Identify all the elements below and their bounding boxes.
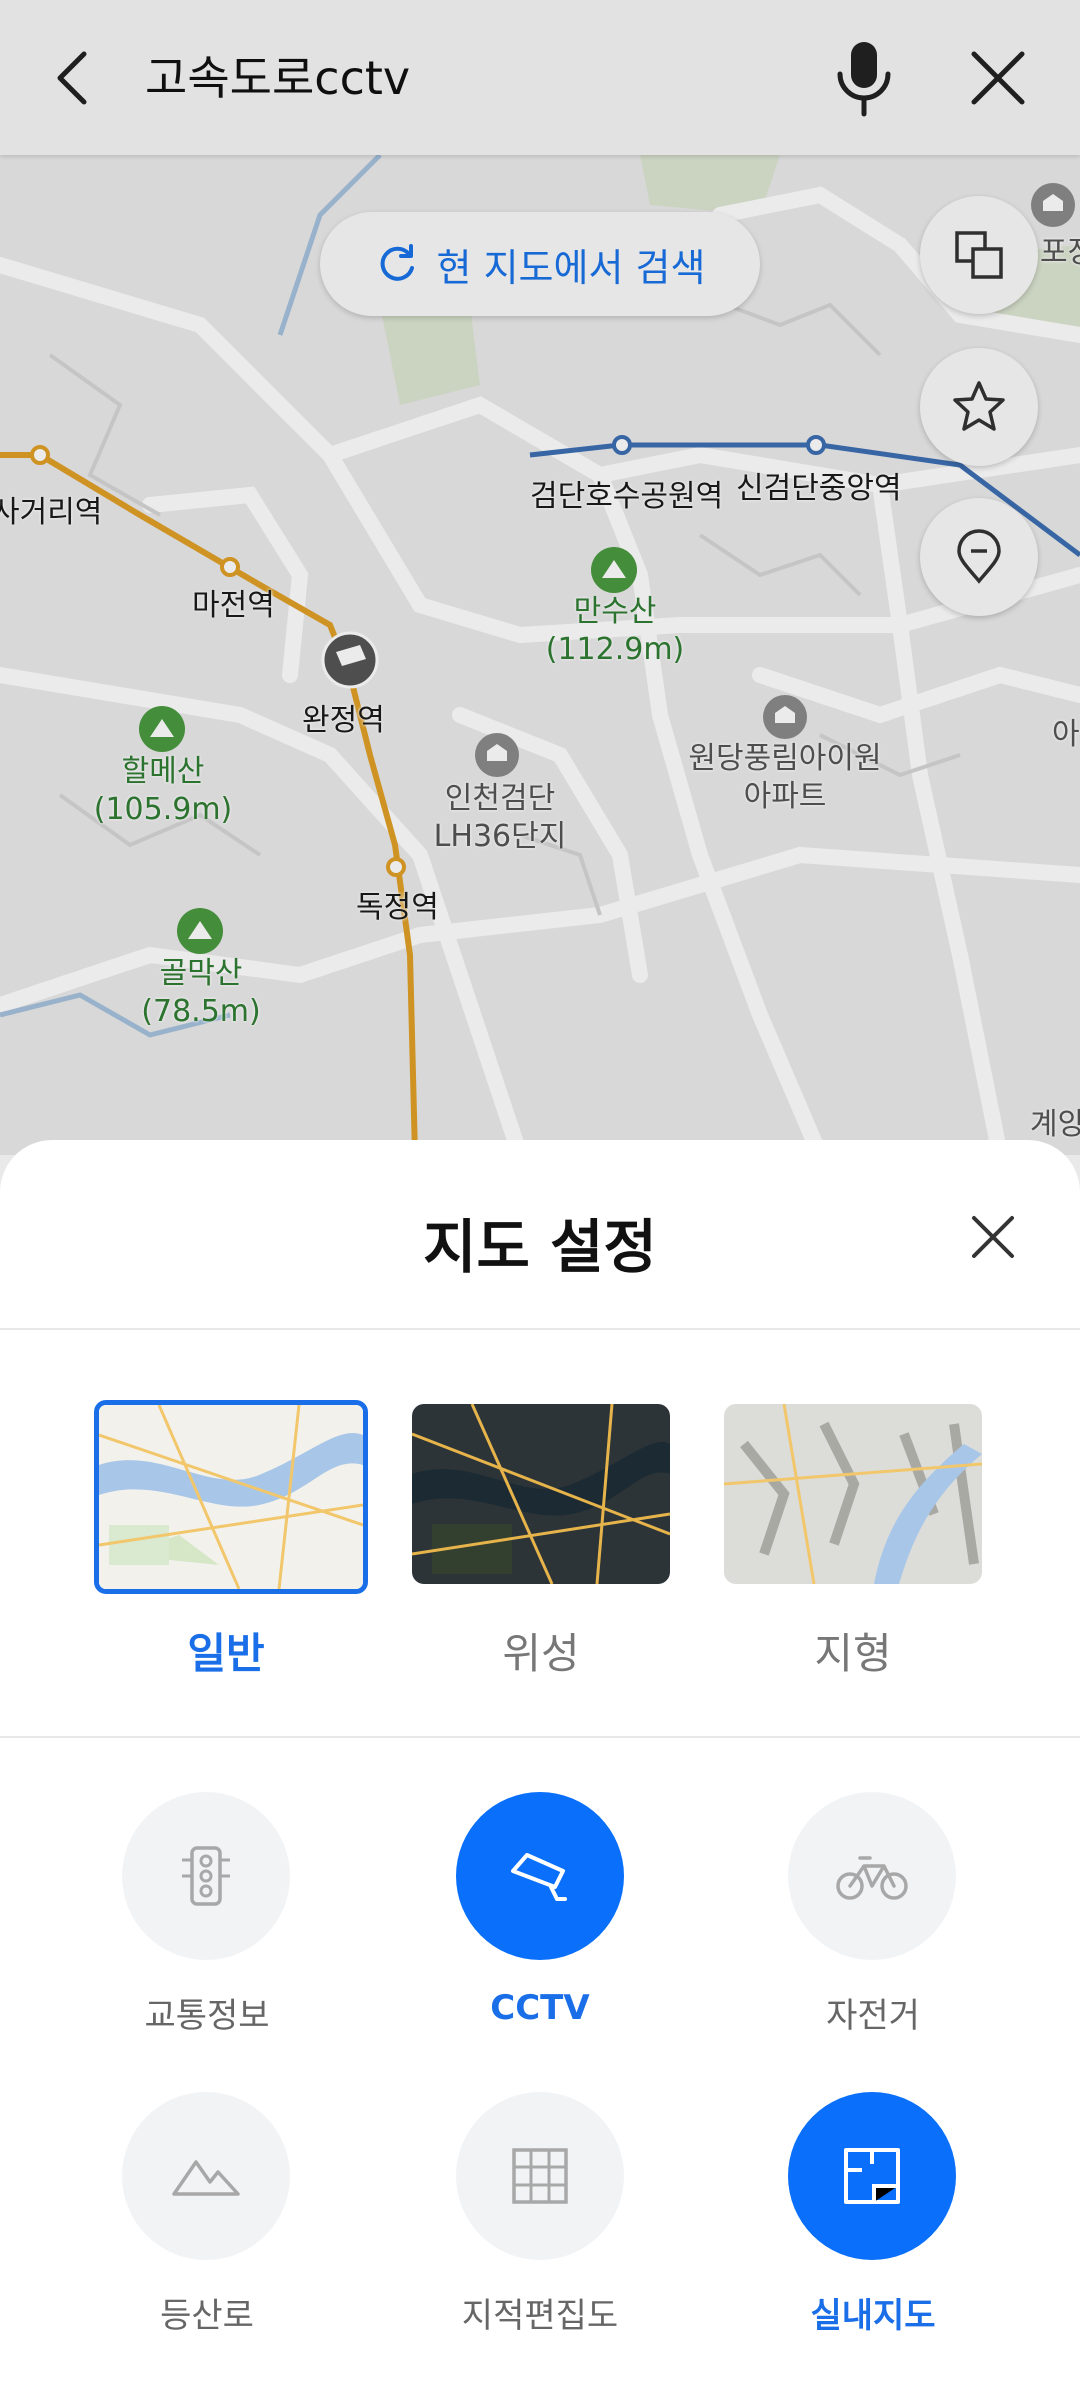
grid-icon	[512, 2148, 568, 2204]
layer-bicycle-label: 자전거	[826, 1996, 920, 2036]
map-type-general[interactable]	[94, 1400, 368, 1594]
layer-bicycle-toggle[interactable]	[788, 1792, 956, 1960]
layer-cadastral-toggle[interactable]	[456, 2092, 624, 2260]
layer-cadastral-label: 지적편집도	[461, 2296, 619, 2336]
traffic-light-icon	[182, 1846, 230, 1906]
sheet-title: 지도 설정	[423, 1213, 657, 1281]
map-type-terrain[interactable]	[724, 1404, 982, 1584]
map-type-satellite[interactable]	[412, 1404, 670, 1584]
map-type-satellite-label[interactable]: 위성	[391, 1620, 691, 1681]
mountain-icon	[172, 2160, 240, 2196]
map-type-terrain-label[interactable]: 지형	[703, 1620, 1003, 1681]
general-map-thumbnail	[99, 1405, 363, 1589]
layer-indoor-toggle[interactable]	[788, 2092, 956, 2260]
map-type-general-label[interactable]: 일반	[76, 1620, 376, 1681]
map-dim-overlay[interactable]	[0, 0, 1080, 1155]
bicycle-icon	[836, 1856, 908, 1900]
sheet-close-button[interactable]	[962, 1206, 1024, 1268]
floorplan-icon	[844, 2148, 900, 2204]
layer-traffic-toggle[interactable]	[122, 1792, 290, 1960]
layer-cctv-label: CCTV	[490, 1988, 590, 2028]
layer-traffic-label: 교통정보	[144, 1996, 270, 2036]
cctv-camera-icon	[511, 1853, 567, 1901]
close-icon	[972, 1216, 1014, 1258]
layer-hiking-label: 등산로	[160, 2296, 254, 2336]
layer-hiking-toggle[interactable]	[122, 2092, 290, 2260]
divider	[0, 1736, 1080, 1738]
satellite-map-thumbnail	[412, 1404, 670, 1584]
divider	[0, 1328, 1080, 1330]
terrain-map-thumbnail	[724, 1404, 982, 1584]
layer-cctv-toggle[interactable]	[456, 1792, 624, 1960]
layer-indoor-label: 실내지도	[810, 2296, 936, 2336]
